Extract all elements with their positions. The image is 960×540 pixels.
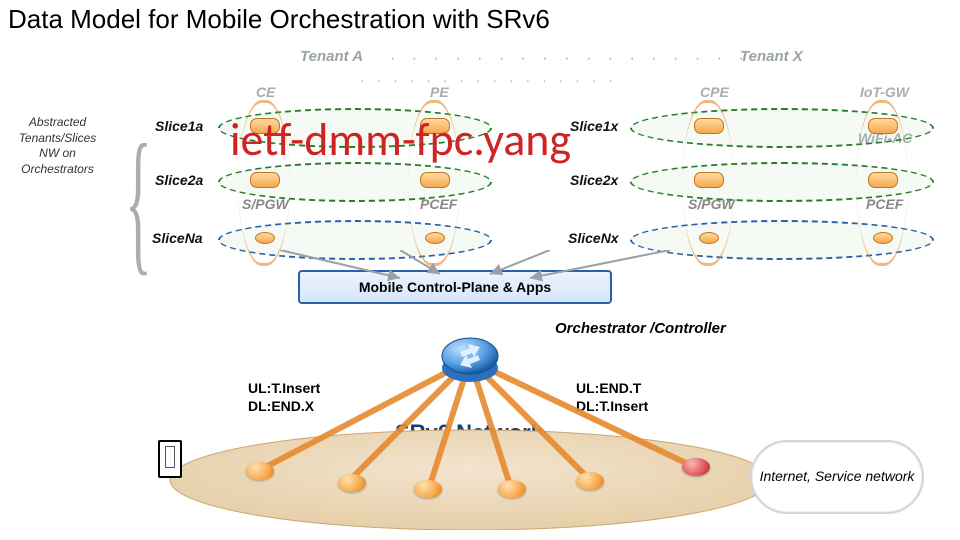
router-icon [682,458,710,476]
slice-nx-label: SliceNx [568,230,619,246]
node-icon [868,118,898,134]
tenant-ellipsis: · · · · · · · · · · · · · · · · · [390,50,750,68]
slice-1a-label: Slice1a [155,118,203,134]
node-icon [694,172,724,188]
router-icon [414,480,442,498]
col-pe: PE [430,84,449,100]
node-icon [694,118,724,134]
router-icon [246,462,274,480]
arrows-down-icon [200,250,760,290]
node-icon [255,232,275,244]
spgw-label: S/PGW [242,196,289,212]
spgw-label-2: S/PGW [688,196,735,212]
node-icon [868,172,898,188]
col-ce: CE [256,84,275,100]
network-diagram-icon [150,300,790,530]
router-icon [338,474,366,492]
curly-brace-icon: { [125,108,152,293]
pcef-label-2: PCEF [866,196,903,212]
router-icon [576,472,604,490]
node-icon [425,232,445,244]
phone-icon [158,440,182,478]
cloud-internet: Internet, Service network [750,440,924,514]
ietf-yang-label: ietf-dmm-fpc.yang [230,112,571,168]
col-cpe: CPE [700,84,729,100]
node-icon [873,232,893,244]
side-brace-label: Abstracted Tenants/Slices NW on Orchestr… [10,115,105,177]
slice-2x-label: Slice2x [570,172,618,188]
tenant-ellipsis-2: · · · · · · · · · · · · · · · · [360,72,617,88]
node-icon [250,172,280,188]
page-title: Data Model for Mobile Orchestration with… [8,4,550,35]
col-iot: IoT-GW [860,84,909,100]
pcef-label: PCEF [420,196,457,212]
node-icon [699,232,719,244]
slice-na-label: SliceNa [152,230,203,246]
node-icon [420,172,450,188]
cloud-label: Internet, Service network [760,468,915,486]
slice-1x-label: Slice1x [570,118,618,134]
tenant-a-label: Tenant A [300,48,363,65]
router-icon [498,480,526,498]
slice-2a-label: Slice2a [155,172,203,188]
